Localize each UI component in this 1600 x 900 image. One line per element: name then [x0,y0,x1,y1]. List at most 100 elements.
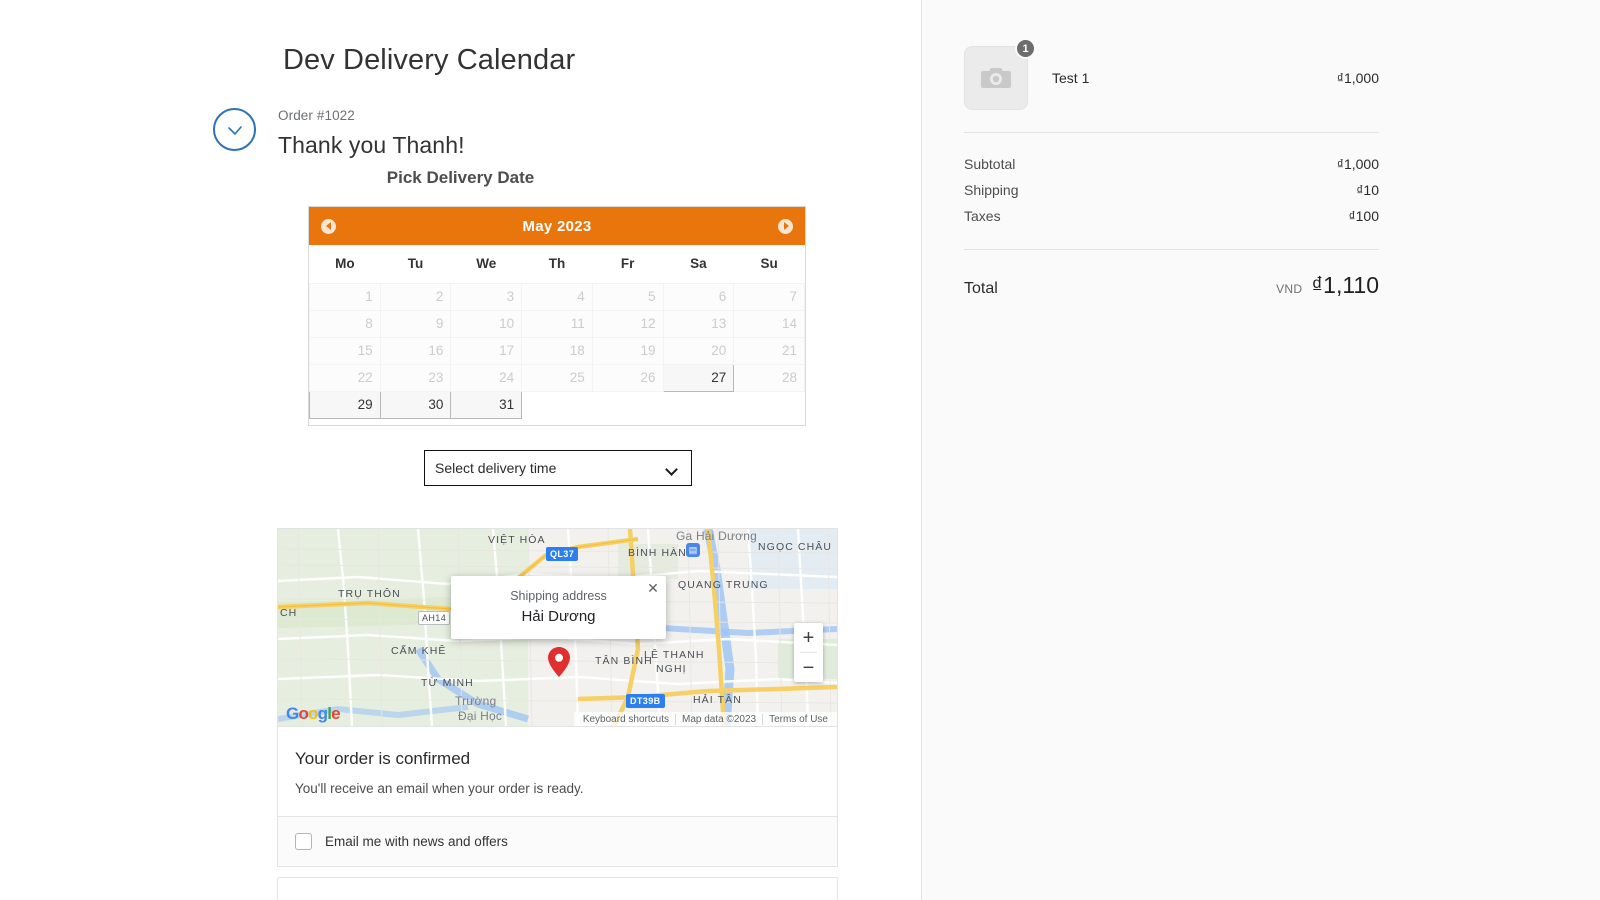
calendar-header: May 2023 [309,207,805,245]
calendar-cell-empty [663,391,734,418]
google-logo: Google [286,704,341,723]
zoom-in-button[interactable]: + [794,623,823,652]
map-road-shield: QL37 [546,547,579,561]
calendar-day-5-disabled: 5 [591,282,664,311]
delivery-time-select[interactable]: Select delivery time [424,450,692,486]
grand-total-value: ₫1,110 [1311,272,1379,298]
calendar-day-18-disabled: 18 [521,336,593,365]
grand-total-row: Total VND ₫1,110 [964,249,1379,299]
map-place-label: QUANG TRUNG [678,579,769,591]
order-summary-column: 1 Test 1 ₫1,000 Subtotal ₫1,000 Shipping ₫10 T… [921,0,1600,900]
map-place-label: CẤM KHÊ [391,645,447,657]
map-place-label: NGỌC CHÂU [758,541,833,553]
order-thank-you-block: Order #1022 Thank you Thanh! [213,108,465,159]
calendar-week-row: 29 30 31 [309,390,805,419]
delivery-calendar: May 2023 Mo Tu We Th Fr Sa Su 1 2 3 4 5 6 7 8 9 10 11 12 1… [308,206,806,426]
calendar-day-2-disabled: 2 [379,282,452,311]
calendar-day-23-disabled: 23 [379,363,452,392]
close-icon[interactable]: ✕ [646,581,660,595]
calendar-day-4-disabled: 4 [521,282,593,311]
pick-delivery-date-title: Pick Delivery Date [386,168,535,187]
calendar-weekday-mo: Mo [335,256,355,272]
calendar-day-14-disabled: 14 [733,309,805,338]
chevron-down-icon [667,465,678,472]
calendar-weekday-fr: Fr [620,256,635,272]
zoom-out-button[interactable]: − [794,653,823,682]
order-line-item: 1 Test 1 ₫1,000 [964,38,1379,132]
calendar-week-row: 1234567 [309,282,805,311]
calendar-day-7-disabled: 7 [733,282,805,311]
summary-row-value: ₫1,000 [1336,156,1379,172]
newsletter-opt-in-row[interactable]: Email me with news and offers [278,816,837,866]
summary-row-label: Shipping [964,182,1019,198]
summary-row-value: ₫10 [1356,182,1379,198]
chevron-right-icon[interactable] [778,218,793,234]
calendar-day-31[interactable]: 31 [450,390,523,419]
map-place-label: TỪ MINH [421,677,474,689]
order-number: Order #1022 [278,108,355,123]
product-thumbnail: 1 [964,38,1036,110]
confirmation-title: Your order is confirmed [295,749,471,768]
calendar-day-6-disabled: 6 [662,282,735,311]
calendar-day-17-disabled: 17 [450,336,523,365]
chevron-left-icon[interactable] [321,218,336,234]
next-section-card [277,877,838,900]
map-road-shield: DT39B [626,694,665,708]
calendar-month-label: May 2023 [522,217,592,235]
grand-total-label: Total [964,280,998,297]
grand-total-amount-group: VND ₫1,110 [1276,272,1379,299]
calendar-day-25-disabled: 25 [521,363,593,392]
delivery-time-selected-value: Select delivery time [435,460,557,476]
calendar-day-10-disabled: 10 [450,309,523,338]
map-place-label: NGHỊ [656,663,687,675]
camera-placeholder-icon [981,68,1011,88]
checkout-page: Dev Delivery Calendar Order #1022 Thank … [0,0,1600,900]
map-place-label: HẢI TÂN [693,694,742,706]
shipping-address-popup: ✕ Shipping address Hải Dương [451,576,666,639]
confirmation-body: Your order is confirmed You'll receive a… [278,726,837,816]
shipping-address-map[interactable]: VIỆT HÒA BÌNH HÀN NGỌC CHÂU Ga Hải Dương QUA… [278,529,837,726]
map-zoom-controls: + − [794,623,823,682]
calendar-cell-empty [592,391,663,418]
calendar-day-30[interactable]: 30 [379,390,452,419]
calendar-day-3-disabled: 3 [450,282,523,311]
newsletter-label: Email me with news and offers [325,834,508,849]
train-station-icon: ▤ [686,543,700,557]
map-place-label: Ga Hải Dương [676,529,757,543]
page-title: Dev Delivery Calendar [283,44,576,76]
calendar-weekday-tu: Tu [407,256,424,272]
calendar-day-13-disabled: 13 [662,309,735,338]
map-attribution-item[interactable]: Terms of Use [762,713,834,725]
check-circle-icon [213,108,256,151]
map-place-label: LÊ THANH [644,649,705,661]
calendar-cell-empty [522,391,593,418]
calendar-week-row: 22 23 24 25 26 27 28 [309,363,805,392]
grand-total-currency: VND [1276,282,1303,296]
map-place-label: VIỆT HÒA [488,534,546,546]
calendar-day-20-disabled: 20 [662,336,735,365]
calendar-day-8-disabled: 8 [309,309,381,338]
order-summary: 1 Test 1 ₫1,000 Subtotal ₫1,000 Shipping ₫10 T… [964,38,1379,299]
product-name: Test 1 [1052,70,1090,86]
calendar-week-row: 15 16 17 18 19 20 21 [309,336,805,365]
newsletter-checkbox[interactable] [295,833,312,850]
map-attribution: Keyboard shortcuts Map data ©2023 Terms of… [573,712,837,726]
calendar-day-29[interactable]: 29 [309,390,381,419]
delivery-time-select-wrap: Select delivery time [424,450,692,486]
map-place-label: TRỤ THÔN [338,588,401,600]
calendar-day-28-disabled: 28 [733,363,805,392]
calendar-day-27[interactable]: 27 [662,363,735,392]
calendar-day-11-disabled: 11 [521,309,593,338]
calendar-day-19-disabled: 19 [591,336,664,365]
summary-row: Taxes ₫100 [964,203,1379,229]
map-attribution-item[interactable]: Keyboard shortcuts [577,714,675,725]
map-attribution-item[interactable]: Map data ©2023 [675,713,762,725]
product-price: ₫1,000 [1336,70,1379,86]
map-place-label: BÌNH HÀN [628,547,687,559]
map-place-label: Đại Học [458,709,503,723]
calendar-day-16-disabled: 16 [379,336,452,365]
calendar-day-15-disabled: 15 [309,336,381,365]
quantity-badge: 1 [1015,38,1036,59]
calendar-day-9-disabled: 9 [379,309,452,338]
calendar-weekday-we: We [476,256,497,272]
